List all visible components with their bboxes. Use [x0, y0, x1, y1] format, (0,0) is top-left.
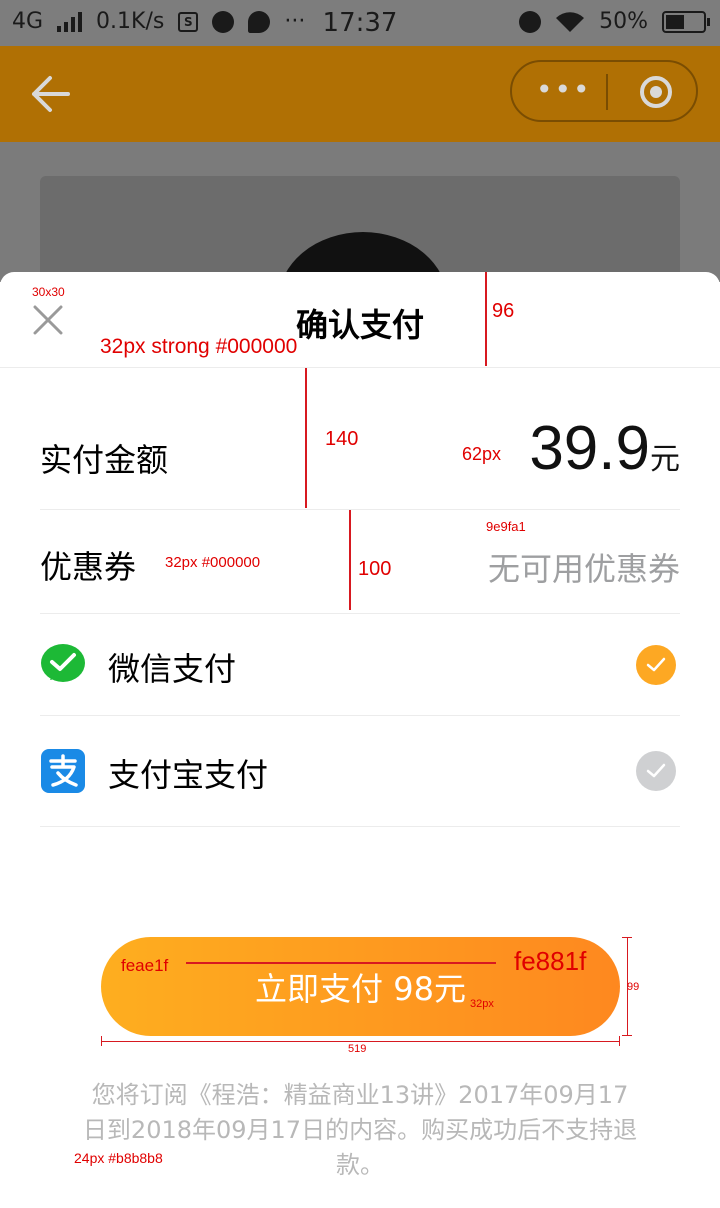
wechat-selected-check-icon[interactable]: [636, 645, 676, 685]
nav-bar: •••: [0, 46, 720, 142]
payment-option-alipay[interactable]: 支付宝支付: [40, 716, 680, 827]
capsule-divider: [606, 74, 608, 110]
amount-label: 实付金额: [40, 441, 169, 479]
alipay-icon: [41, 749, 85, 793]
annotation-tick-left: [101, 1036, 102, 1046]
annotation-coupon-row-height: 100: [358, 558, 392, 580]
annotation-line-button-width: [101, 1041, 620, 1042]
annotation-gradient-start: feae1f: [121, 956, 169, 975]
back-arrow-icon[interactable]: [28, 72, 72, 116]
status-bar: 4G 0.1K/s S ··· 17:37 50%: [0, 0, 720, 46]
battery-percent: 50%: [599, 9, 648, 34]
annotation-label-spec: 32px #000000: [165, 554, 261, 571]
annotation-line-amount: [305, 368, 307, 508]
annotation-tick-top: [622, 937, 632, 938]
mini-program-capsule: •••: [510, 60, 698, 122]
annotation-line-gradient: [186, 962, 496, 964]
annotation-close-size: 30x30: [32, 285, 65, 299]
annotation-amount-font: 62px: [462, 444, 502, 464]
coupon-value: 无可用优惠券: [487, 550, 680, 588]
coupon-label: 优惠券: [40, 548, 137, 586]
annotation-button-font: 32px: [470, 998, 494, 1010]
alarm-icon: [519, 10, 542, 33]
annotation-tick-right: [619, 1036, 620, 1046]
amount-row: 实付金额 39.9元: [40, 369, 680, 510]
wifi-icon: [556, 11, 585, 32]
annotation-amount-row-height: 140: [325, 428, 359, 450]
annotation-tick-bottom: [622, 1035, 632, 1036]
payment-sheet: 确认支付 实付金额 39.9元 优惠券 无可用优惠券 微信支付 支付宝支付 立即…: [0, 272, 720, 1208]
annotation-gradient-end: fe881f: [514, 946, 587, 976]
close-mini-program-icon[interactable]: [640, 76, 672, 108]
amount-number: 39.9: [529, 414, 650, 483]
amount-value: 39.9元: [529, 413, 680, 484]
alipay-unselected-check-icon[interactable]: [636, 751, 676, 791]
annotation-button-width: 519: [348, 1043, 367, 1055]
alipay-label: 支付宝支付: [108, 756, 269, 794]
annotation-notice-spec: 24px #b8b8b8: [74, 1150, 163, 1166]
payment-option-wechat[interactable]: 微信支付: [40, 614, 680, 716]
more-icon[interactable]: •••: [536, 76, 592, 104]
amount-unit: 元: [650, 442, 680, 477]
annotation-header-height: 96: [492, 300, 515, 322]
status-right: 50%: [519, 9, 710, 34]
annotation-line-coupon: [349, 510, 351, 610]
subscription-notice: 您将订阅《程浩：精益商业13讲》2017年09月17日到2018年09月17日的…: [82, 1081, 638, 1179]
wechat-pay-label: 微信支付: [108, 650, 237, 688]
battery-icon: [662, 10, 710, 33]
annotation-line-header: [485, 272, 487, 366]
annotation-button-height: 99: [627, 981, 640, 993]
background-content: [0, 142, 720, 296]
annotation-coupon-color: 9e9fa1: [486, 519, 526, 534]
wechat-pay-icon: [41, 644, 85, 682]
annotation-title-spec: 32px strong #000000: [100, 335, 298, 358]
